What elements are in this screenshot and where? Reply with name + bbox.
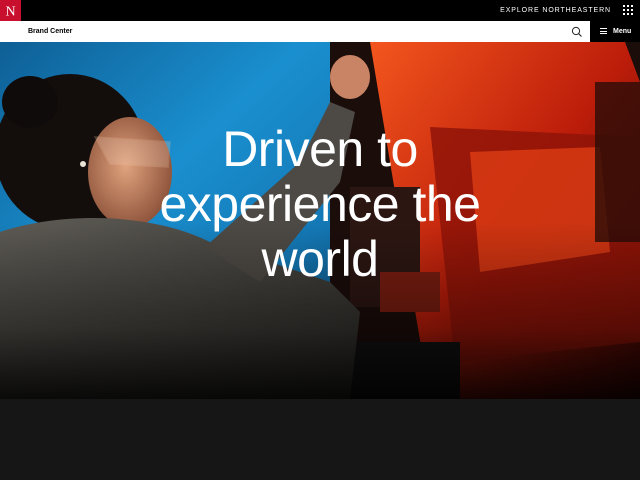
svg-text:N: N [5, 5, 15, 19]
northeastern-logo[interactable]: N [0, 0, 21, 21]
site-navbar: Brand Center Menu [0, 21, 640, 42]
hamburger-icon [600, 28, 607, 34]
hero-banner: Driven to experience the world [0, 42, 640, 399]
page: N EXPLORE NORTHEASTERN Brand Center Menu [0, 0, 640, 480]
northeastern-n-logo-icon: N [5, 5, 15, 19]
menu-label: Menu [613, 28, 632, 35]
hero-headline: Driven to experience the world [0, 122, 640, 287]
brand-center-link[interactable]: Brand Center [28, 21, 72, 42]
menu-button[interactable]: Menu [590, 21, 640, 42]
headline-line-1: Driven to [222, 121, 418, 177]
global-topbar: N EXPLORE NORTHEASTERN [0, 0, 640, 21]
search-icon [571, 26, 582, 37]
headline-line-2: experience the [159, 176, 481, 232]
headline-line-3: world [261, 231, 379, 287]
explore-northeastern-link[interactable]: EXPLORE NORTHEASTERN [500, 0, 611, 21]
content-section [0, 399, 640, 480]
apps-grid-icon[interactable] [623, 5, 634, 16]
search-button[interactable] [570, 25, 584, 39]
